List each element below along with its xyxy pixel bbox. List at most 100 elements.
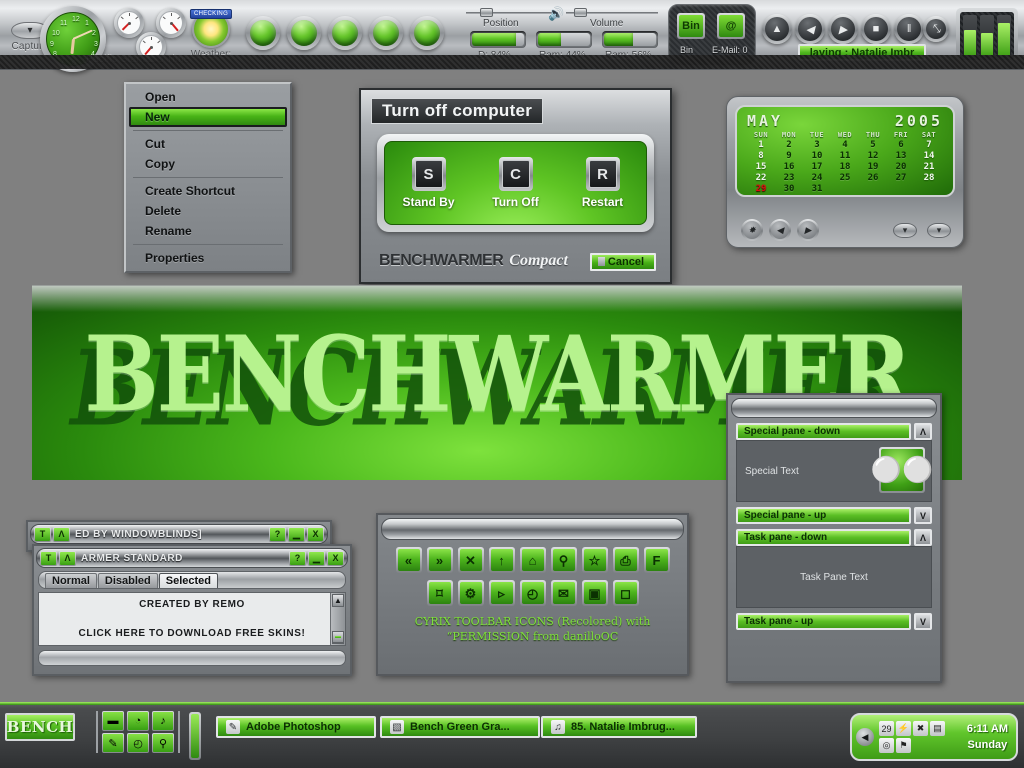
special-pane-up-header[interactable]: Special pane - up V [736,507,932,524]
context-menu-item-new[interactable]: New [129,107,287,127]
icons-window-caption[interactable] [381,518,684,540]
tabstrip[interactable]: Normal Disabled Selected [38,571,346,589]
eject-button[interactable]: ▲ [762,14,792,44]
special-pane-down-header[interactable]: Special pane - down Λ [736,423,932,440]
tray-volume-icon[interactable]: ◎ [879,738,894,753]
calendar-chevron-down-icon-1[interactable]: ▾ [893,223,917,238]
calendar-day-cell[interactable]: 25 [831,172,859,183]
search-icon[interactable]: ⚲ [550,547,577,573]
calendar-day-cell[interactable]: 20 [887,161,915,172]
task-pane-down-header[interactable]: Task pane - down Λ [736,529,932,546]
volume-slider[interactable] [566,8,658,17]
titlebar-front[interactable]: T Λ ARMER STANDARD ? ▁ X [36,548,348,568]
image-window-icon[interactable]: ▣ [581,580,608,606]
tab-disabled[interactable]: Disabled [97,573,158,588]
volume-slider-knob[interactable] [574,8,587,17]
mail-icon[interactable]: ✉ [550,580,577,606]
stop-button[interactable]: ■ [861,14,891,44]
calendar-day-cell[interactable]: 18 [831,161,859,172]
taskbar-clock[interactable]: 6:11 AM Sunday [967,721,1012,754]
headphones-icon[interactable]: ⚪⚪ [871,447,933,493]
calendar-day-cell[interactable]: 12 [859,150,887,161]
skin-preview-window-front[interactable]: T Λ ARMER STANDARD ? ▁ X Normal Disabled… [32,544,352,676]
task-pane-up-header[interactable]: Task pane - up V [736,613,932,630]
fullscreen-icon[interactable]: ◻ [612,580,639,606]
titlebar-minimize-button[interactable]: ▁ [288,526,305,542]
context-menu[interactable]: Open New Cut Copy Create Shortcut Delete… [124,82,292,273]
task-pane-caption[interactable] [731,398,937,418]
home-icon[interactable]: ⌂ [519,547,546,573]
scroll-up-button[interactable]: ▲ [332,594,344,607]
taskbar-drag-handle[interactable] [189,712,201,760]
stop-icon[interactable]: ✕ [457,547,484,573]
calendar-day-cell[interactable]: 28 [915,172,943,183]
launch-orb-1[interactable] [246,16,280,50]
titlebar-close-button[interactable]: X [307,526,324,542]
tray-expander-button[interactable]: ◀ [856,728,874,746]
tray-folder-icon[interactable]: ▤ [930,721,945,736]
tray-power-icon[interactable]: ⚡ [896,721,911,736]
launch-orb-4[interactable] [369,16,403,50]
tray-calendar-icon[interactable]: 29 [879,721,894,736]
up-icon[interactable]: ↑ [488,547,515,573]
titlebar-help-button[interactable]: ? [289,550,306,566]
task-pane-up-label[interactable]: Task pane - up [736,613,911,630]
calendar-day-cell[interactable]: 3 [803,139,831,150]
context-menu-item-rename[interactable]: Rename [129,221,287,241]
context-menu-item-copy[interactable]: Copy [129,154,287,174]
search-web-icon[interactable]: ⚲ [152,733,174,753]
calendar-day-cell[interactable]: 4 [831,139,859,150]
calendar-day-cell[interactable]: 22 [747,172,775,183]
calendar-day-cell[interactable]: 19 [859,161,887,172]
calendar-day-cell[interactable]: 6 [887,139,915,150]
calendar-day-cell[interactable]: 21 [915,161,943,172]
calendar-day-cell[interactable]: 15 [747,161,775,172]
task-pane-down-label[interactable]: Task pane - down [736,529,911,546]
position-slider[interactable] [466,8,558,17]
start-button[interactable]: BENCH [5,713,75,741]
calendar-day-cell[interactable]: 26 [859,172,887,183]
titlebar-help-button[interactable]: ? [269,526,286,542]
tray-update-icon[interactable]: ⚑ [896,738,911,753]
pause-button[interactable]: ‖ [894,14,924,44]
stand-by-button[interactable]: S Stand By [391,157,467,209]
context-menu-item-delete[interactable]: Delete [129,201,287,221]
settings-gear-icon[interactable]: ⚙ [457,580,484,606]
client-text-line-2[interactable]: CLICK HERE TO DOWNLOAD FREE SKINS! [79,628,306,639]
position-slider-knob[interactable] [480,8,493,17]
play-button[interactable]: ▶ [828,14,858,44]
context-menu-item-properties[interactable]: Properties [129,248,287,268]
calendar-day-cell[interactable]: 2 [775,139,803,150]
special-pane-up-expand-icon[interactable]: V [914,507,932,524]
tray-network-disconnected-icon[interactable]: ✖ [913,721,928,736]
weather-widget[interactable]: CHECKING Weather: [188,9,234,60]
calendar-day-cell[interactable]: 9 [775,150,803,161]
calendar-day-cell[interactable]: 31 [803,183,831,194]
vertical-scrollbar[interactable]: ▲ ▼ [330,593,345,645]
titlebar-topmost-button[interactable]: T [40,550,57,566]
titlebar-rollup-button[interactable]: Λ [53,526,70,542]
cancel-button[interactable]: Cancel [589,253,656,271]
back-icon[interactable]: « [395,547,422,573]
calendar-day-cell[interactable]: 10 [803,150,831,161]
history-clock-icon[interactable]: ◴ [519,580,546,606]
clock-icon[interactable]: ◴ [127,733,149,753]
calendar-day-cell[interactable]: 16 [775,161,803,172]
task-pane-up-expand-icon[interactable]: V [914,613,932,630]
calendar-day-cell[interactable]: 23 [775,172,803,183]
launch-orb-3[interactable] [328,16,362,50]
show-desktop-icon[interactable]: ▬ [102,711,124,731]
new-page-icon[interactable]: ⌑ [426,580,453,606]
task-pane-down-collapse-icon[interactable]: Λ [914,529,932,546]
email-icon[interactable]: @ [717,13,745,39]
calendar-day-cell[interactable]: 1 [747,139,775,150]
calendar-day-cell[interactable]: 13 [887,150,915,161]
titlebar-minimize-button[interactable]: ▁ [308,550,325,566]
fullscreen-button[interactable]: ⤡ [923,16,949,42]
calendar-day-cell[interactable]: 14 [915,150,943,161]
forward-icon[interactable]: » [426,547,453,573]
previous-button[interactable]: ◀ [795,14,825,44]
fonts-icon[interactable]: F [643,547,670,573]
recycle-bin-icon[interactable]: Bin [677,13,705,39]
calendar-prev-button[interactable]: ◀ [769,219,791,241]
